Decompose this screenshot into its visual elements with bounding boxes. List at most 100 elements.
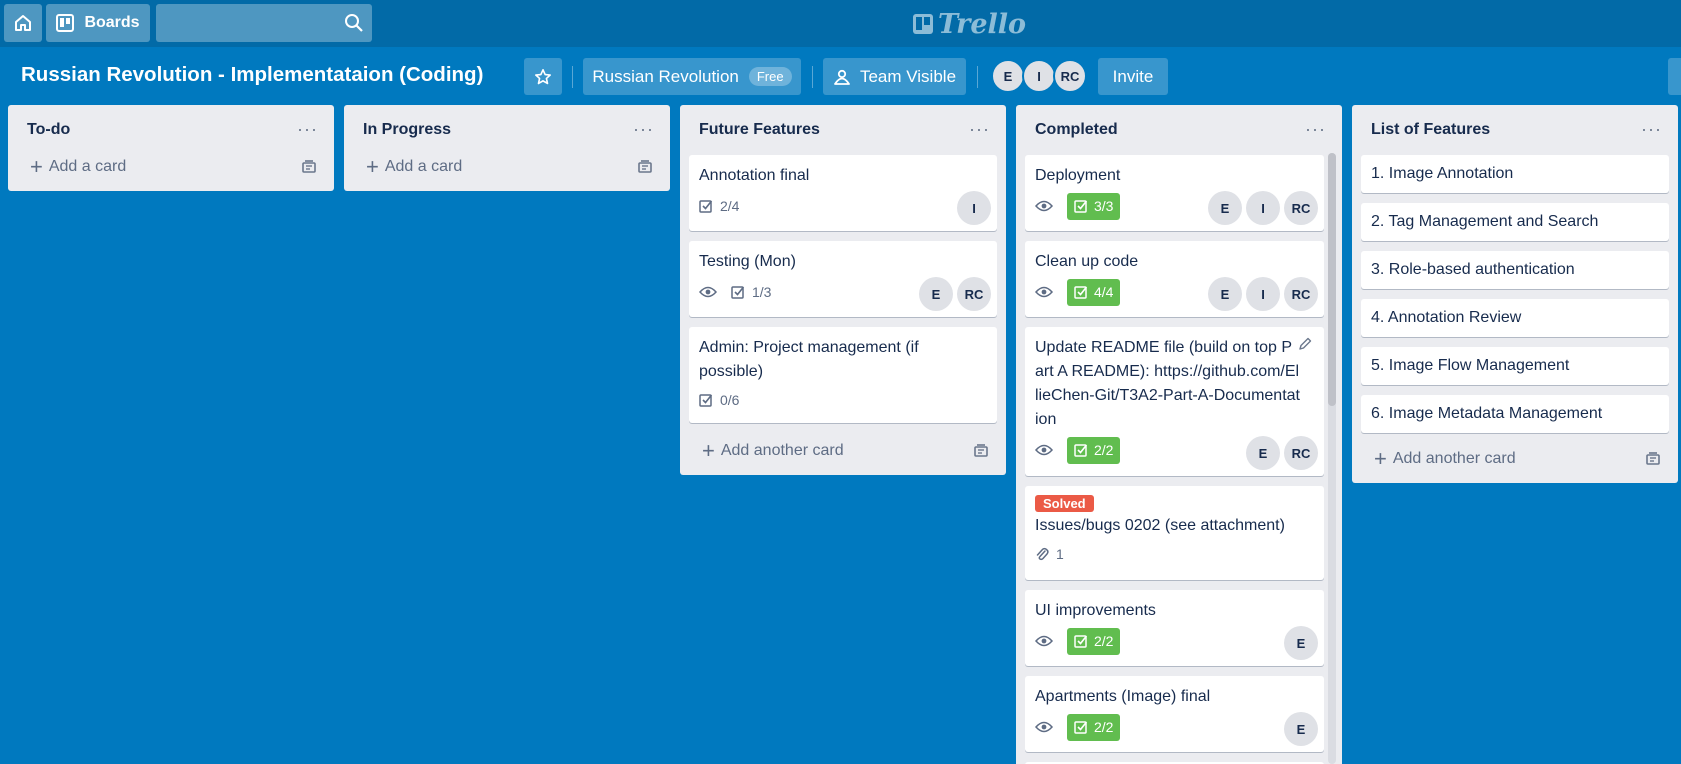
member-avatar[interactable]: E (1208, 191, 1242, 225)
boards-icon (56, 14, 75, 32)
card[interactable]: Solved Issues/bugs 0202 (see attachment)… (1025, 486, 1324, 580)
checklist-complete-badge: 3/3 (1067, 192, 1121, 220)
card-title: Deployment (1035, 167, 1121, 184)
checklist-icon (1074, 635, 1088, 648)
card[interactable]: 3. Role-based authentication (1361, 251, 1669, 289)
plus-icon: + (702, 438, 715, 463)
list-completed: Completed ··· Deployment 3/3 E I RC Clea… (1016, 105, 1342, 764)
star-icon (534, 68, 552, 84)
show-menu-button[interactable] (1668, 58, 1681, 95)
checklist-badge: 2/4 (699, 198, 739, 214)
divider (812, 66, 813, 88)
member-avatar[interactable]: RC (957, 277, 991, 311)
list-header: List of Features ··· (1352, 105, 1678, 155)
invite-button[interactable]: Invite (1098, 58, 1168, 95)
visibility-button[interactable]: Team Visible (823, 58, 966, 95)
list-to-do: To-do ··· + Add a card (8, 105, 334, 191)
list-title[interactable]: List of Features (1371, 121, 1490, 139)
card-title: Clean up code (1035, 253, 1139, 270)
member-avatar[interactable]: RC (1284, 277, 1318, 311)
boards-label: Boards (84, 14, 140, 31)
add-card-button[interactable]: + Add another card (680, 431, 1006, 471)
card-title: Issues/bugs 0202 (see attachment) (1035, 517, 1285, 534)
card-title: 5. Image Flow Management (1371, 357, 1570, 374)
card[interactable]: 4. Annotation Review (1361, 299, 1669, 337)
trello-logo[interactable]: Trello (912, 9, 1026, 40)
checklist-complete-badge: 4/4 (1067, 278, 1121, 306)
card-template-icon[interactable] (637, 159, 653, 175)
list-title[interactable]: Completed (1035, 121, 1118, 139)
card-title: UI improvements (1035, 602, 1156, 619)
watching-badge (699, 285, 717, 299)
member-avatar[interactable]: I (1246, 191, 1280, 225)
card-title: Admin: Project management (if possible) (699, 339, 919, 380)
watching-badge (1035, 199, 1053, 213)
card[interactable]: UI improvements 2/2 E (1025, 590, 1324, 666)
member-avatar[interactable]: I (1246, 277, 1280, 311)
card[interactable]: Testing (Mon) 1/3 E RC (689, 241, 997, 317)
member-avatar[interactable]: E (1284, 626, 1318, 660)
checklist-icon (699, 394, 713, 407)
search-input[interactable] (156, 4, 372, 42)
member-avatar[interactable]: I (957, 191, 991, 225)
card[interactable]: Clean up code 4/4 E I RC (1025, 241, 1324, 317)
member-avatar[interactable]: RC (1053, 59, 1087, 93)
add-card-label: Add a card (48, 158, 127, 175)
checklist-badge: 1/3 (731, 284, 771, 300)
list-menu-icon[interactable]: ··· (297, 119, 318, 140)
card[interactable]: Deployment 3/3 E I RC (1025, 155, 1324, 231)
list-menu-icon[interactable]: ··· (1305, 119, 1326, 140)
card-label: Solved (1035, 495, 1094, 512)
add-card-button[interactable]: + Add another card (1352, 439, 1678, 479)
add-card-label: Add another card (1392, 450, 1516, 467)
member-avatar[interactable]: E (1246, 436, 1280, 470)
card-title: Update README file (build on top Part A … (1035, 339, 1300, 428)
paperclip-icon (1036, 547, 1049, 561)
add-card-button[interactable]: + Add a card (8, 147, 334, 187)
member-avatar[interactable]: E (991, 59, 1025, 93)
card[interactable]: 6. Image Metadata Management (1361, 395, 1669, 433)
card[interactable]: 5. Image Flow Management (1361, 347, 1669, 385)
team-button[interactable]: Russian Revolution Free (583, 58, 801, 95)
member-avatar[interactable]: RC (1284, 191, 1318, 225)
checklist-icon (1074, 444, 1088, 457)
star-board-button[interactable] (524, 58, 562, 95)
list-menu-icon[interactable]: ··· (633, 119, 654, 140)
list-menu-icon[interactable]: ··· (969, 119, 990, 140)
list-title[interactable]: To-do (27, 121, 70, 139)
card[interactable]: 1. Image Annotation (1361, 155, 1669, 193)
eye-icon (1035, 286, 1053, 298)
edit-pencil-icon[interactable] (1298, 337, 1312, 351)
eye-icon (1035, 635, 1053, 647)
member-avatar[interactable]: E (1284, 712, 1318, 746)
home-button[interactable] (4, 4, 42, 42)
list-title[interactable]: In Progress (363, 121, 451, 139)
boards-button[interactable]: Boards (46, 4, 150, 42)
card[interactable]: Annotation final 2/4 I (689, 155, 997, 231)
list-future-features: Future Features ··· Annotation final 2/4… (680, 105, 1006, 475)
member-avatar[interactable]: I (1022, 59, 1056, 93)
add-card-label: Add another card (720, 442, 844, 459)
card-template-icon[interactable] (1645, 451, 1661, 467)
card-title: Testing (Mon) (699, 253, 796, 270)
list-menu-icon[interactable]: ··· (1641, 119, 1662, 140)
card-template-icon[interactable] (973, 443, 989, 459)
member-avatar[interactable]: E (919, 277, 953, 311)
member-avatar[interactable]: E (1208, 277, 1242, 311)
member-avatar[interactable]: RC (1284, 436, 1318, 470)
card[interactable]: Update README file (build on top Part A … (1025, 327, 1324, 476)
visibility-label: Team Visible (859, 66, 957, 86)
board-title[interactable]: Russian Revolution - Implementataion (Co… (21, 63, 483, 87)
watching-badge (1035, 634, 1053, 648)
card[interactable]: Apartments (Image) final 2/2 E (1025, 676, 1324, 752)
list-title[interactable]: Future Features (699, 121, 820, 139)
checklist-icon (731, 286, 745, 299)
card-template-icon[interactable] (301, 159, 317, 175)
card[interactable]: 2. Tag Management and Search (1361, 203, 1669, 241)
checklist-complete-badge: 2/2 (1067, 713, 1121, 741)
card-title: 6. Image Metadata Management (1371, 405, 1603, 422)
list-scrollbar-thumb[interactable] (1328, 153, 1336, 406)
eye-icon (1035, 200, 1053, 212)
add-card-button[interactable]: + Add a card (344, 147, 670, 187)
card[interactable]: Admin: Project management (if possible) … (689, 327, 997, 423)
